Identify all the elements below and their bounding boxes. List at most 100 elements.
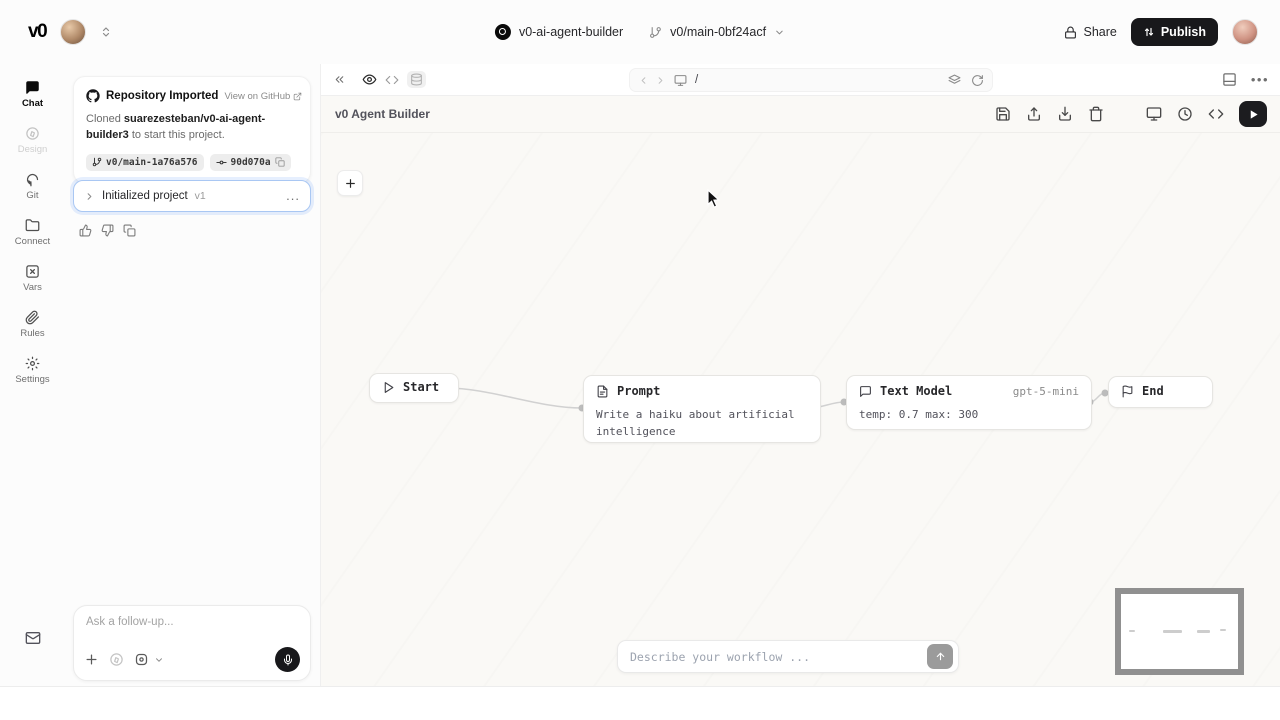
node-title: Prompt bbox=[617, 384, 660, 398]
node-title: Start bbox=[403, 380, 439, 394]
layers-icon[interactable] bbox=[948, 74, 961, 87]
flag-icon bbox=[1121, 385, 1134, 398]
url-path[interactable]: / bbox=[695, 74, 940, 86]
project-icon bbox=[495, 24, 511, 40]
followup-input-card[interactable]: Ask a follow-up... bbox=[73, 605, 311, 681]
run-workflow-button[interactable] bbox=[1239, 101, 1267, 127]
view-on-github-link[interactable]: View on GitHub bbox=[224, 91, 302, 102]
lock-icon bbox=[1064, 26, 1077, 39]
copy-icon[interactable] bbox=[275, 157, 285, 167]
workflow-prompt-bar[interactable]: Describe your workflow ... bbox=[617, 640, 959, 673]
design-icon bbox=[25, 126, 40, 141]
sidebar-item-connect[interactable]: Connect bbox=[3, 210, 63, 256]
more-options-button[interactable]: ••• bbox=[1251, 75, 1269, 85]
workflow-prompt-input[interactable]: Describe your workflow ... bbox=[630, 650, 927, 664]
model-select-icon[interactable] bbox=[134, 652, 149, 667]
branch-badge[interactable]: v0/main-1a76a576 bbox=[86, 154, 204, 171]
upload-icon[interactable] bbox=[1026, 106, 1042, 122]
trash-icon[interactable] bbox=[1088, 106, 1104, 122]
sidebar-label: Chat bbox=[22, 98, 43, 109]
sidebar-label: Git bbox=[26, 190, 38, 201]
app-window: v0 v0-ai-agent-builder v0/main-0bf24acf bbox=[0, 0, 1280, 720]
node-title: End bbox=[1142, 384, 1164, 398]
database-view-icon[interactable] bbox=[407, 71, 426, 88]
canvas-minimap[interactable] bbox=[1115, 588, 1244, 675]
preview-eye-icon[interactable] bbox=[362, 72, 377, 87]
design-attach-icon[interactable] bbox=[109, 652, 124, 667]
download-icon[interactable] bbox=[1057, 106, 1073, 122]
nav-back-icon[interactable] bbox=[638, 75, 649, 86]
feedback-row bbox=[79, 224, 136, 237]
sidebar-item-git[interactable]: Git bbox=[3, 164, 63, 210]
task-initialized-project[interactable]: Initialized project v1 ... bbox=[73, 180, 311, 212]
chat-panel: Repository Imported View on GitHub Clone… bbox=[65, 64, 320, 686]
project-name[interactable]: v0-ai-agent-builder bbox=[519, 25, 623, 39]
copy-icon[interactable] bbox=[123, 224, 136, 237]
node-prompt[interactable]: Prompt Write a haiku about artificial in… bbox=[583, 375, 821, 443]
sidebar-item-chat[interactable]: Chat bbox=[3, 72, 63, 118]
voice-input-button[interactable] bbox=[275, 647, 300, 672]
preview-toolbar: / ••• bbox=[321, 64, 1280, 96]
branch-name[interactable]: v0/main-0bf24acf bbox=[670, 25, 766, 39]
external-link-icon bbox=[293, 92, 302, 101]
variable-icon bbox=[25, 264, 40, 279]
task-version-badge: v1 bbox=[195, 190, 206, 202]
code-view-icon[interactable] bbox=[385, 73, 399, 87]
workflow-submit-button[interactable] bbox=[927, 644, 953, 669]
add-node-button[interactable] bbox=[337, 170, 363, 196]
breadcrumb: v0-ai-agent-builder v0/main-0bf24acf bbox=[495, 0, 785, 64]
preview-area: / ••• v0 Agent Builder bbox=[320, 64, 1280, 686]
code-icon[interactable] bbox=[1208, 106, 1224, 122]
mail-icon[interactable] bbox=[25, 630, 41, 646]
sidebar-item-design[interactable]: Design bbox=[3, 118, 63, 164]
sidebar-label: Connect bbox=[15, 236, 50, 247]
publish-button[interactable]: Publish bbox=[1131, 18, 1218, 46]
workflow-canvas[interactable]: Start Prompt Write a haiku about artific… bbox=[321, 133, 1280, 686]
mouse-cursor bbox=[707, 189, 723, 209]
collapse-panel-icon[interactable] bbox=[333, 73, 346, 86]
node-text-model[interactable]: Text Model gpt-5-mini temp: 0.7 max: 300 bbox=[846, 375, 1092, 430]
chevron-right-icon[interactable] bbox=[84, 191, 95, 202]
sidebar-item-rules[interactable]: Rules bbox=[3, 302, 63, 348]
followup-input[interactable]: Ask a follow-up... bbox=[86, 616, 298, 628]
user-avatar[interactable] bbox=[1232, 19, 1258, 45]
chevron-down-icon[interactable] bbox=[774, 27, 785, 38]
plus-icon[interactable] bbox=[84, 652, 99, 667]
node-end[interactable]: End bbox=[1108, 376, 1213, 408]
share-button[interactable]: Share bbox=[1064, 25, 1116, 39]
node-prompt-text: Write a haiku about artificial intellige… bbox=[584, 406, 820, 450]
history-clock-icon[interactable] bbox=[1177, 106, 1193, 122]
play-icon bbox=[382, 381, 395, 394]
chevrons-up-down-icon[interactable] bbox=[100, 26, 112, 38]
commit-badge-label: 90d070a bbox=[231, 157, 271, 168]
nav-forward-icon[interactable] bbox=[655, 75, 666, 86]
workspace-avatar[interactable] bbox=[60, 19, 86, 45]
repo-card-body: Cloned suarezesteban/v0-ai-agent-builder… bbox=[86, 112, 298, 144]
folder-icon bbox=[25, 218, 40, 233]
refresh-icon[interactable] bbox=[971, 74, 984, 87]
node-model-badge: gpt-5-mini bbox=[1013, 385, 1079, 398]
git-branch-icon bbox=[92, 157, 102, 167]
thumbs-down-icon[interactable] bbox=[101, 224, 114, 237]
file-text-icon bbox=[596, 385, 609, 398]
node-start[interactable]: Start bbox=[369, 373, 459, 403]
view-mode-segment bbox=[356, 68, 432, 91]
commit-badge[interactable]: 90d070a bbox=[210, 154, 291, 171]
v0-logo[interactable]: v0 bbox=[28, 21, 46, 43]
branch-badge-label: v0/main-1a76a576 bbox=[106, 157, 198, 168]
monitor-icon[interactable] bbox=[1146, 106, 1162, 122]
git-commit-icon bbox=[216, 157, 227, 168]
panel-bottom-icon[interactable] bbox=[1222, 72, 1237, 87]
chevron-down-icon[interactable] bbox=[154, 655, 164, 665]
repo-card-title: Repository Imported bbox=[106, 90, 218, 102]
task-menu-button[interactable]: ... bbox=[286, 193, 300, 199]
address-bar[interactable]: / bbox=[629, 68, 993, 92]
sidebar-label: Vars bbox=[23, 282, 42, 293]
save-icon[interactable] bbox=[995, 106, 1011, 122]
sidebar-item-vars[interactable]: Vars bbox=[3, 256, 63, 302]
sidebar-item-settings[interactable]: Settings bbox=[3, 348, 63, 394]
screen-icon[interactable] bbox=[674, 74, 687, 87]
sidebar-rail: Chat Design Git Connect Vars bbox=[0, 64, 65, 686]
thumbs-up-icon[interactable] bbox=[79, 224, 92, 237]
share-label: Share bbox=[1083, 25, 1116, 39]
